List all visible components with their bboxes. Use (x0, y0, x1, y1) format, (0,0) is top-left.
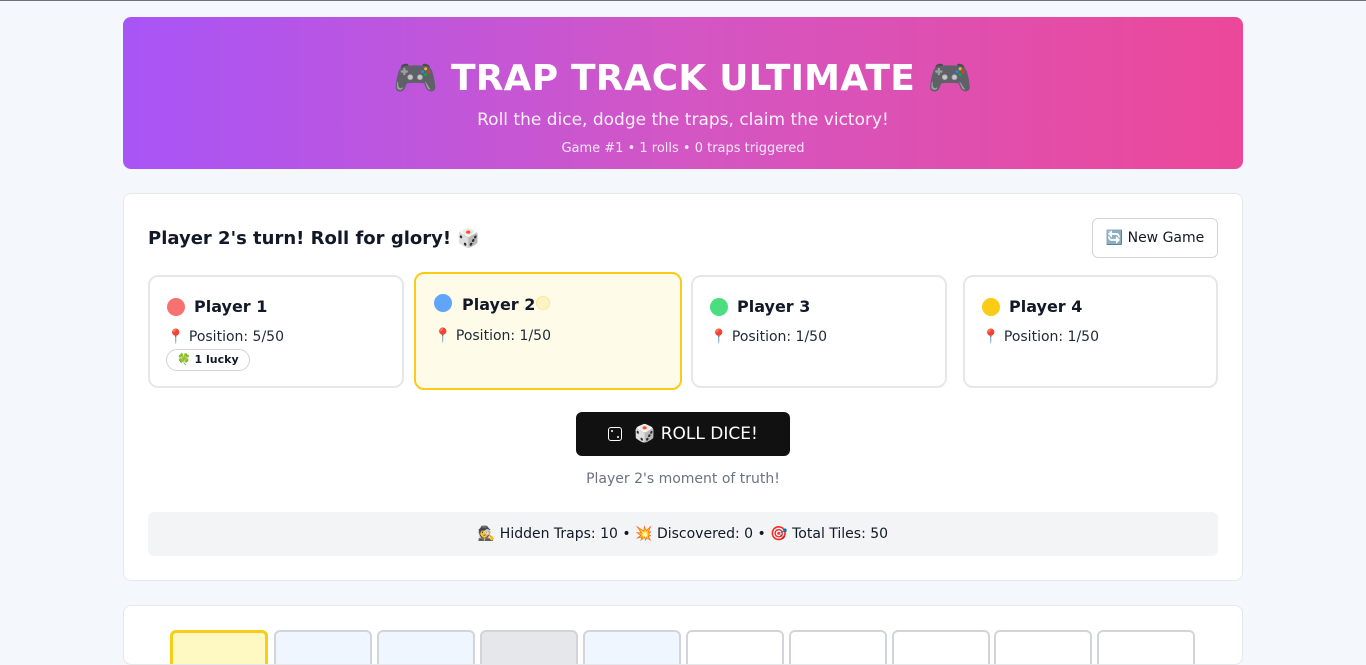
turn-indicator: Player 2's turn! Roll for glory! 🎲 (148, 228, 480, 249)
player-card-2: Player 2 📍 Position: 1/50 (414, 272, 682, 390)
lucky-badge: 🍀 1 lucky (166, 349, 250, 371)
board-tile (480, 630, 578, 664)
roll-dice-button[interactable]: 🎲 ROLL DICE! (576, 412, 790, 456)
game-header: 🎮 TRAP TRACK ULTIMATE 🎮 Roll the dice, d… (123, 17, 1243, 169)
player-position: 📍 Position: 5/50 (167, 329, 284, 345)
board-tile (686, 630, 784, 664)
player-name: Player 2 (462, 295, 536, 314)
dice-icon (608, 427, 623, 441)
player-color-dot (710, 298, 728, 316)
player-name: Player 1 (194, 297, 268, 316)
board-tile (170, 630, 268, 664)
player-color-dot (982, 298, 1000, 316)
game-subtitle: Roll the dice, dodge the traps, claim th… (477, 110, 889, 130)
game-panel: Player 2's turn! Roll for glory! 🎲 🔄 New… (123, 193, 1243, 581)
board-tile (274, 630, 372, 664)
player-card-1: Player 1 📍 Position: 5/50 🍀 1 lucky (148, 275, 404, 388)
player-name: Player 3 (737, 297, 811, 316)
new-game-button[interactable]: 🔄 New Game (1092, 218, 1218, 258)
board-tile (789, 630, 887, 664)
board-tile (583, 630, 681, 664)
player-position: 📍 Position: 1/50 (982, 329, 1099, 345)
player-color-dot (434, 294, 452, 312)
current-turn-indicator-icon (536, 296, 550, 310)
game-stats-summary: Game #1 • 1 rolls • 0 traps triggered (561, 141, 805, 156)
game-board (123, 605, 1243, 665)
player-card-3: Player 3 📍 Position: 1/50 (691, 275, 947, 388)
board-tile (1097, 630, 1195, 664)
board-tile (892, 630, 990, 664)
player-card-4: Player 4 📍 Position: 1/50 (963, 275, 1218, 388)
game-title: 🎮 TRAP TRACK ULTIMATE 🎮 (393, 58, 973, 99)
player-name: Player 4 (1009, 297, 1083, 316)
trap-stats-bar: 🕵️ Hidden Traps: 10 • 💥 Discovered: 0 • … (148, 512, 1218, 556)
player-position: 📍 Position: 1/50 (434, 328, 551, 344)
player-position: 📍 Position: 1/50 (710, 329, 827, 345)
board-tile (377, 630, 475, 664)
board-tile (994, 630, 1092, 664)
player-color-dot (167, 298, 185, 316)
turn-hint: Player 2's moment of truth! (586, 471, 780, 487)
roll-dice-label: 🎲 ROLL DICE! (634, 424, 758, 444)
top-border (0, 0, 1366, 1)
